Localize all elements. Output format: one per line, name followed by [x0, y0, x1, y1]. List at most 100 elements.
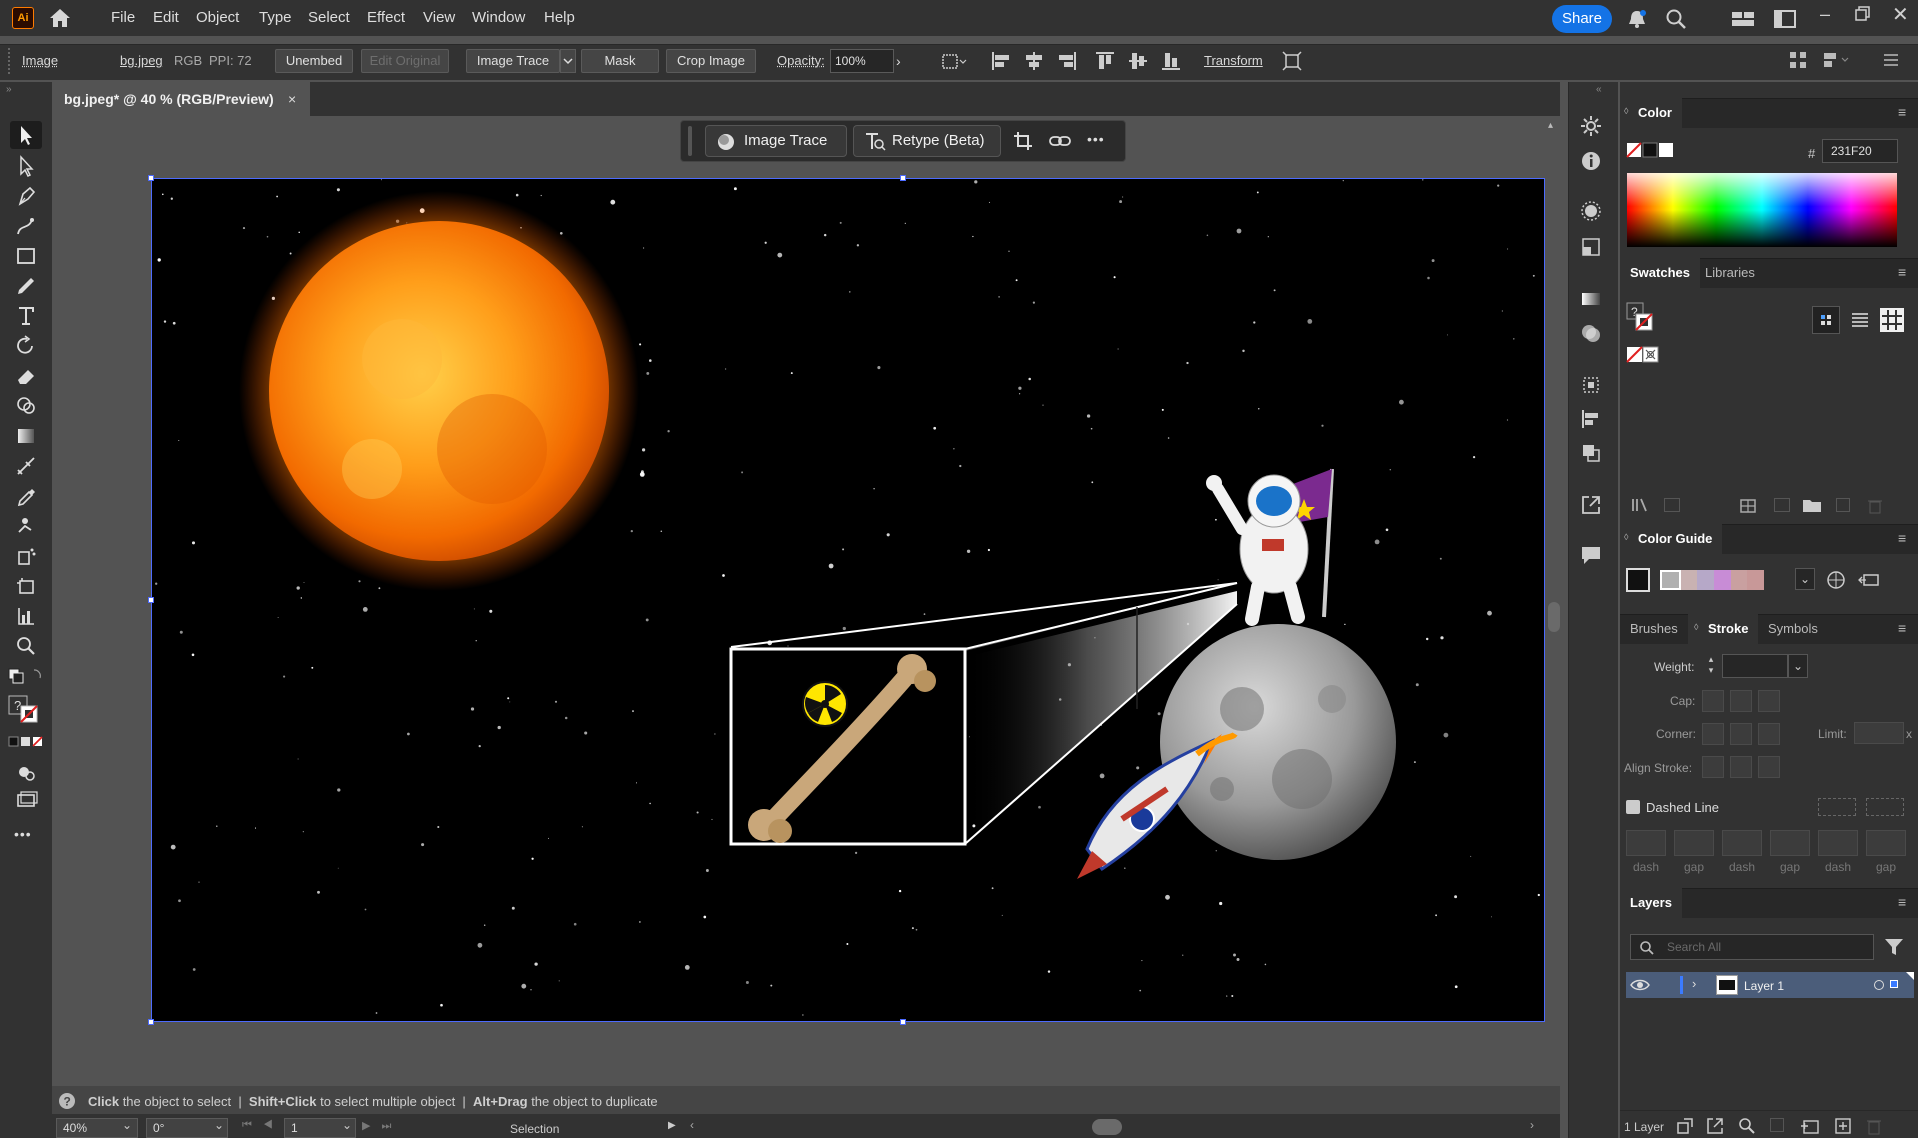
- color-guide-swatch[interactable]: [1680, 570, 1698, 590]
- locate-object-icon[interactable]: [1738, 1117, 1756, 1135]
- close-document-icon[interactable]: ×: [288, 82, 296, 116]
- color-none-swatch-icon[interactable]: [1626, 142, 1676, 160]
- share-button[interactable]: Share: [1552, 5, 1612, 33]
- unembed-button[interactable]: Unembed: [275, 49, 353, 73]
- color-guide-swatch[interactable]: [1714, 570, 1731, 590]
- collect-for-export-icon[interactable]: [1676, 1117, 1694, 1135]
- layers-panel-menu-icon[interactable]: ≡: [1898, 894, 1906, 910]
- shape-builder-tool-icon[interactable]: [10, 392, 42, 420]
- layer-visibility-eye-icon[interactable]: [1630, 977, 1650, 993]
- control-bar-grip[interactable]: [8, 48, 12, 74]
- properties-panel-icon[interactable]: [1580, 115, 1602, 137]
- menu-help[interactable]: Help: [544, 9, 575, 26]
- layers-filter-icon[interactable]: [1884, 938, 1904, 956]
- search-icon[interactable]: [1665, 8, 1687, 30]
- edit-toolbar-icon[interactable]: •••: [14, 826, 32, 842]
- column-graph-tool-icon[interactable]: [10, 602, 42, 630]
- vertical-scroll-thumb[interactable]: [1548, 602, 1560, 632]
- swatch-grid-view-icon[interactable]: [1880, 308, 1904, 332]
- opacity-arrow-icon[interactable]: ›: [896, 53, 901, 69]
- swatches-panel-menu-icon[interactable]: ≡: [1898, 264, 1906, 280]
- artboard-next-icons[interactable]: ▶ ⏭: [362, 1119, 395, 1133]
- control-bar-menu-icon[interactable]: [1882, 50, 1900, 70]
- pen-tool-icon[interactable]: [10, 182, 42, 210]
- swatches-tab[interactable]: Swatches: [1620, 258, 1700, 288]
- help-icon[interactable]: ?: [58, 1092, 76, 1110]
- color-guide-swatch[interactable]: [1730, 570, 1748, 590]
- rectangle-tool-icon[interactable]: [10, 242, 42, 270]
- ctx-image-trace-button[interactable]: Image Trace: [705, 125, 847, 157]
- appearance-panel-icon[interactable]: [1580, 200, 1602, 222]
- pencil-tool-icon[interactable]: [10, 272, 42, 300]
- ctx-crop-icon[interactable]: [1012, 130, 1036, 152]
- color-guide-collapse-icon[interactable]: ◊: [1624, 532, 1628, 542]
- weight-dropdown[interactable]: ⌄: [1788, 654, 1808, 678]
- menu-select[interactable]: Select: [308, 9, 350, 26]
- align-objects-panel-icon[interactable]: [1580, 408, 1602, 430]
- swatch-fill-stroke-icon[interactable]: ?: [1626, 302, 1658, 336]
- scroll-left-icon[interactable]: ‹: [690, 1118, 694, 1132]
- harmony-rules-dropdown[interactable]: ⌄: [1795, 568, 1815, 590]
- align-right-icon[interactable]: [1056, 50, 1078, 72]
- menu-file[interactable]: File: [111, 9, 135, 26]
- color-guide-swatch[interactable]: [1697, 570, 1715, 590]
- resize-handle-top-left[interactable]: [148, 175, 154, 181]
- gradient-tool-icon[interactable]: [10, 422, 42, 450]
- ctx-link-icon[interactable]: [1048, 132, 1072, 150]
- hex-input[interactable]: 231F20: [1822, 139, 1898, 163]
- color-spectrum[interactable]: [1627, 173, 1897, 247]
- swatch-options-icon[interactable]: [1740, 498, 1758, 514]
- align-panel-icon[interactable]: [1580, 374, 1602, 396]
- blend-tool-icon[interactable]: [10, 452, 42, 480]
- horizontal-scroll-thumb[interactable]: [1092, 1119, 1122, 1135]
- layers-tab[interactable]: Layers: [1620, 888, 1682, 918]
- pathfinder-panel-icon[interactable]: [1580, 442, 1602, 464]
- zoom-tool-icon[interactable]: [10, 632, 42, 660]
- brushes-tab[interactable]: Brushes: [1620, 614, 1688, 644]
- edit-colors-icon[interactable]: [1826, 570, 1846, 590]
- menu-effect[interactable]: Effect: [367, 9, 405, 26]
- selection-tool-icon[interactable]: [10, 121, 42, 149]
- workspace-icon[interactable]: [1774, 10, 1796, 28]
- transparency-panel-icon[interactable]: [1580, 322, 1602, 344]
- symbol-sprayer-tool-icon[interactable]: [10, 542, 42, 570]
- collapse-strip-icon[interactable]: «: [1596, 84, 1602, 95]
- symbols-tab[interactable]: Symbols: [1758, 614, 1828, 644]
- opacity-label[interactable]: Opacity:: [777, 53, 825, 68]
- bell-icon[interactable]: [1626, 8, 1648, 30]
- puppet-warp-tool-icon[interactable]: [10, 512, 42, 540]
- align-to-icon[interactable]: [940, 50, 968, 72]
- resize-handle-left[interactable]: [148, 597, 154, 603]
- distribute-icon[interactable]: [1788, 50, 1808, 70]
- gradient-panel-icon[interactable]: [1580, 288, 1602, 310]
- image-trace-dropdown[interactable]: [560, 49, 576, 73]
- align-middle-icon[interactable]: [1127, 50, 1149, 72]
- menu-view[interactable]: View: [423, 9, 455, 26]
- resize-handle-bottom[interactable]: [900, 1019, 906, 1025]
- dashed-line-checkbox[interactable]: [1626, 800, 1640, 814]
- curvature-tool-icon[interactable]: [10, 212, 42, 240]
- rotate-tool-icon[interactable]: [10, 332, 42, 360]
- color-guide-base-color[interactable]: [1626, 568, 1650, 592]
- color-mode-buttons-icon[interactable]: [8, 735, 44, 749]
- transform-panel-icon[interactable]: [1580, 236, 1602, 258]
- transform-link[interactable]: Transform: [1204, 53, 1263, 68]
- close-window-icon[interactable]: ✕: [1892, 2, 1909, 27]
- isolate-icon[interactable]: [1281, 50, 1303, 72]
- swatch-view-small-icon[interactable]: [1812, 306, 1840, 334]
- mask-button[interactable]: Mask: [581, 49, 659, 73]
- layer-selection-indicator[interactable]: [1890, 980, 1898, 988]
- color-panel-tab[interactable]: Color: [1620, 98, 1682, 128]
- new-sublayer-icon[interactable]: [1800, 1117, 1820, 1135]
- minimize-icon[interactable]: –: [1820, 4, 1830, 25]
- export-panel-icon[interactable]: [1580, 494, 1602, 516]
- menu-type[interactable]: Type: [259, 9, 292, 26]
- menu-object[interactable]: Object: [196, 9, 239, 26]
- restore-icon[interactable]: [1855, 6, 1871, 22]
- crop-image-button[interactable]: Crop Image: [666, 49, 756, 73]
- direct-selection-tool-icon[interactable]: [10, 152, 42, 180]
- layer-name[interactable]: Layer 1: [1744, 979, 1784, 993]
- eyedropper-tool-icon[interactable]: [10, 482, 42, 510]
- weight-stepper[interactable]: ▴ ▾: [1704, 654, 1718, 678]
- menu-window[interactable]: Window: [472, 9, 525, 26]
